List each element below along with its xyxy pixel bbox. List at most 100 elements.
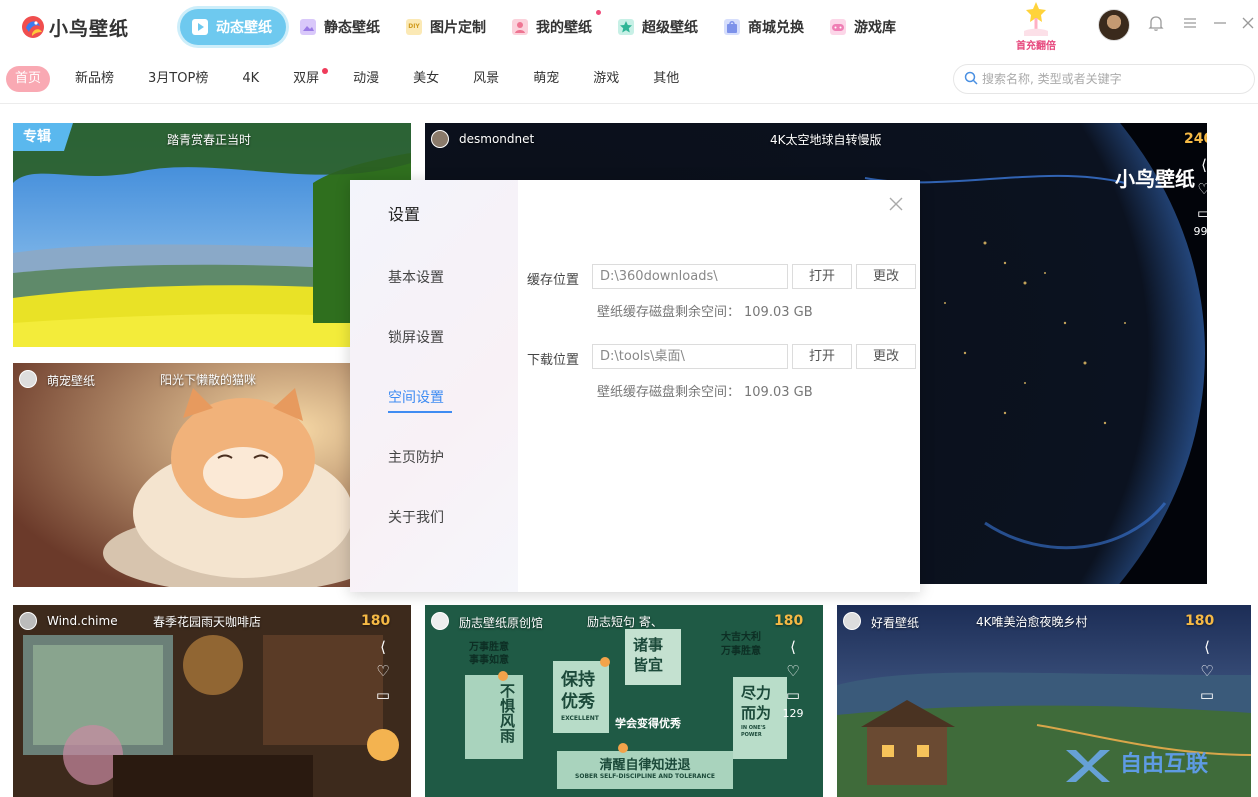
category-bar: 首页 新品榜 3月TOP榜 4K 双屏 动漫 美女 风景 萌宠 游戏 其他 [0, 54, 1258, 104]
download-open-button[interactable]: 打开 [792, 344, 852, 369]
category-tabs: 首页 新品榜 3月TOP榜 4K 双屏 动漫 美女 风景 萌宠 游戏 其他 [6, 66, 704, 92]
nav-game-library[interactable]: 游戏库 [818, 9, 908, 45]
menu-basic-settings[interactable]: 基本设置 [388, 267, 498, 287]
note-text: 学会变得优秀 [615, 717, 681, 730]
wallpaper-thumbnail [13, 605, 411, 797]
download-location-label: 下载位置 [527, 353, 580, 368]
wallpaper-card[interactable]: Wind.chime 春季花园雨天咖啡店 180 ⟨ ♡ ▭ [13, 605, 411, 797]
free-space-value: 109.03 GB [744, 385, 813, 400]
note-line: 清醒自律知进退 [599, 758, 691, 773]
user-icon [512, 19, 528, 35]
nav-shop-exchange[interactable]: 商城兑换 [712, 9, 816, 45]
wallpaper-card[interactable]: 励志壁纸原创馆 励志短句 寄、 180 万事胜意 事事如意 不惧风雨 保持优秀 … [425, 605, 823, 797]
cache-change-button[interactable]: 更改 [856, 264, 916, 289]
menu-storage-settings[interactable]: 空间设置 [388, 387, 498, 413]
pin-icon [618, 743, 628, 753]
tab-other[interactable]: 其他 [644, 66, 688, 92]
free-space-value: 109.03 GB [744, 305, 813, 320]
tab-anime[interactable]: 动漫 [344, 66, 388, 92]
menu-icon[interactable] [1180, 14, 1200, 34]
active-underline [388, 411, 452, 413]
app-window: 小鸟壁纸 动态壁纸 静态壁纸 DIY 图片定制 我的壁纸 超级壁纸 商城兑换 游… [0, 0, 1258, 797]
tab-march-top[interactable]: 3月TOP榜 [139, 66, 217, 92]
cache-open-button[interactable]: 打开 [792, 264, 852, 289]
user-avatar [431, 612, 449, 630]
nav-my-wallpaper[interactable]: 我的壁纸 [500, 9, 604, 45]
diy-icon: DIY [406, 19, 422, 35]
cache-path-field[interactable]: D:\360downloads\ [592, 264, 788, 289]
nav-super-wallpaper[interactable]: 超级壁纸 [606, 9, 710, 45]
tab-home[interactable]: 首页 [6, 66, 51, 92]
comment-icon[interactable]: ▭ [781, 683, 805, 707]
tab-label: 双屏 [293, 71, 320, 86]
nav-image-custom[interactable]: DIY 图片定制 [394, 9, 498, 45]
settings-sidebar [350, 180, 518, 592]
comment-icon[interactable]: ▭ [1192, 201, 1207, 225]
user-avatar [19, 612, 37, 630]
top-nav: 动态壁纸 静态壁纸 DIY 图片定制 我的壁纸 超级壁纸 商城兑换 游戏库 [180, 9, 910, 45]
share-icon[interactable]: ⟨ [1192, 153, 1207, 177]
download-change-button[interactable]: 更改 [856, 344, 916, 369]
tab-dual-screen[interactable]: 双屏 [284, 66, 329, 92]
note-line: 万事胜意 [469, 642, 509, 653]
menu-lockscreen-settings[interactable]: 锁屏设置 [388, 327, 498, 347]
comment-icon[interactable]: ▭ [371, 683, 395, 707]
note-line: 大吉大利 [721, 632, 761, 643]
comment-icon[interactable]: ▭ [1195, 683, 1219, 707]
card-username: 萌宠壁纸 [47, 374, 96, 388]
tab-pets[interactable]: 萌宠 [524, 66, 568, 92]
heart-icon[interactable]: ♡ [371, 659, 395, 683]
heart-icon[interactable]: ♡ [1195, 659, 1219, 683]
user-avatar[interactable] [1098, 9, 1130, 41]
nav-label: 动态壁纸 [216, 20, 272, 36]
search-box[interactable] [953, 64, 1255, 94]
card-username: Wind.chime [47, 614, 118, 628]
close-icon[interactable] [886, 194, 906, 214]
note-line: 保持优秀 [561, 670, 595, 712]
comment-count: 999 [1193, 225, 1208, 238]
menu-homepage-protection[interactable]: 主页防护 [388, 447, 498, 467]
play-icon [192, 19, 208, 35]
tab-games[interactable]: 游戏 [584, 66, 628, 92]
share-icon[interactable]: ⟨ [371, 635, 395, 659]
pin-icon [498, 671, 508, 681]
tab-new[interactable]: 新品榜 [66, 66, 123, 92]
card-username: 励志壁纸原创馆 [459, 616, 544, 630]
sticky-note: 清醒自律知进退 SOBER SELF-DISCIPLINE AND TOLERA… [557, 751, 733, 789]
first-charge-promo[interactable]: 首充翻倍 [1006, 0, 1066, 54]
gamepad-icon [830, 19, 846, 35]
app-logo[interactable]: 小鸟壁纸 [20, 12, 129, 42]
search-input[interactable] [982, 69, 1242, 89]
user-avatar [843, 612, 861, 630]
tab-beauty[interactable]: 美女 [404, 66, 448, 92]
nav-dynamic-wallpaper[interactable]: 动态壁纸 [180, 9, 286, 45]
bell-icon[interactable] [1146, 14, 1166, 34]
download-path-field[interactable]: D:\tools\桌面\ [592, 344, 788, 369]
note-text: 大吉大利 万事胜意 [721, 631, 781, 659]
close-window-icon[interactable] [1238, 14, 1258, 34]
search-icon [964, 71, 978, 85]
heart-icon[interactable]: ♡ [781, 659, 805, 683]
note-caption: IN ONE'S POWER [741, 725, 766, 738]
notification-dot [322, 68, 329, 74]
share-icon[interactable]: ⟨ [1195, 635, 1219, 659]
tab-4k[interactable]: 4K [233, 66, 268, 92]
menu-about-us[interactable]: 关于我们 [388, 507, 498, 527]
top-bar: 小鸟壁纸 动态壁纸 静态壁纸 DIY 图片定制 我的壁纸 超级壁纸 商城兑换 游… [0, 0, 1258, 54]
star-icon [618, 19, 634, 35]
nav-label: 超级壁纸 [642, 20, 698, 36]
minimize-icon[interactable] [1210, 14, 1230, 34]
card-title: 阳光下懒散的猫咪 [160, 373, 257, 387]
nav-label: 静态壁纸 [324, 20, 380, 36]
share-icon[interactable]: ⟨ [781, 635, 805, 659]
note-caption: EXCELLENT [561, 715, 599, 722]
heart-icon[interactable]: ♡ [1192, 177, 1207, 201]
card-title: 踏青赏春正当时 [167, 133, 252, 147]
cache-location-label: 缓存位置 [527, 273, 580, 288]
sticky-note: 不惧风雨 [465, 675, 523, 759]
card-title: 春季花园雨天咖啡店 [153, 615, 262, 629]
note-caption: SOBER SELF-DISCIPLINE AND TOLERANCE [575, 773, 715, 780]
nav-static-wallpaper[interactable]: 静态壁纸 [288, 9, 392, 45]
tab-scenery[interactable]: 风景 [464, 66, 508, 92]
like-count: 180 [361, 613, 391, 629]
